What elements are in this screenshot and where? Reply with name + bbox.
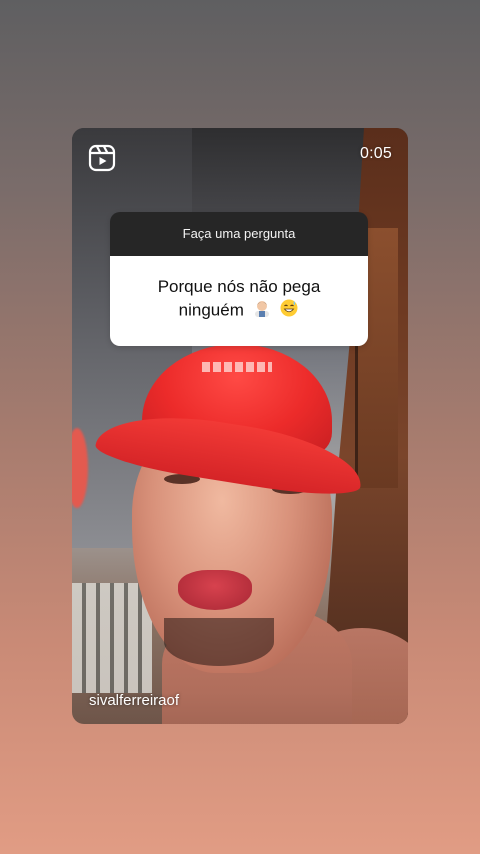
question-sticker[interactable]: Faça uma pergunta Porque nós não pega ni… xyxy=(110,212,368,346)
man-technologist-emoji-icon xyxy=(252,298,272,324)
person-mouth xyxy=(178,570,252,610)
question-sticker-header: Faça uma pergunta xyxy=(110,212,368,256)
background-fence xyxy=(72,583,152,693)
person-beard xyxy=(164,618,274,666)
grinning-sweat-emoji-icon xyxy=(279,298,299,324)
question-text-line-1: Porque nós não pega xyxy=(157,277,321,296)
reels-icon[interactable] xyxy=(88,144,116,172)
cap-logo xyxy=(202,362,272,372)
question-text-line-2-wrapper: ninguém xyxy=(128,298,350,324)
story-username[interactable]: sivalferreiraof xyxy=(89,692,179,709)
video-timer: 0:05 xyxy=(360,145,392,162)
question-sticker-body: Porque nós não pega ninguém xyxy=(110,256,368,346)
story-card[interactable]: 0:05 Faça uma pergunta Porque nós não pe… xyxy=(72,128,408,724)
question-text-line-2: ninguém xyxy=(178,300,244,320)
